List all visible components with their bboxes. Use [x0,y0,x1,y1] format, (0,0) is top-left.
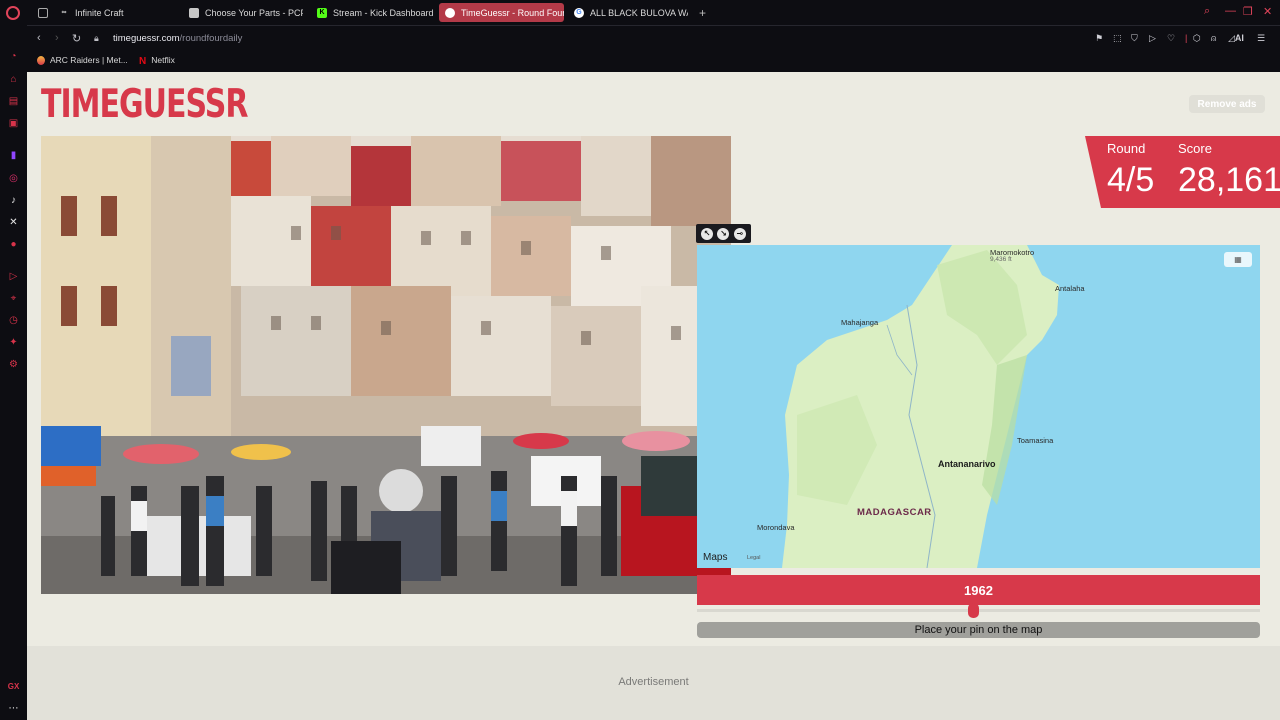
tab-bulova[interactable]: G ALL BLACK BULOVA WATC [568,3,688,22]
page-content: TIMEGUESSR Remove ads Round Score 4/5 28… [27,72,1280,720]
ai-label: AI [1234,33,1244,43]
round-label: Round [1107,141,1146,156]
bookmark-icon[interactable]: ⚑ [1095,33,1103,44]
extensions-puzzle-icon[interactable]: ⬡ [1193,33,1201,44]
close-window-icon[interactable]: ✕ [1263,5,1272,18]
tab-kick-dashboard[interactable]: K Stream - Kick Dashboard [311,3,435,22]
search-tabs-icon[interactable]: ⌕ [1204,5,1210,18]
forward-icon[interactable]: › [55,32,59,44]
messenger-icon[interactable]: ▣ [7,117,20,130]
map-label-country: MADAGASCAR [857,507,932,518]
tab-label: TimeGuessr - Round Four [461,7,564,18]
street-scene-image [41,136,731,594]
minimize-icon[interactable]: — [1225,5,1236,17]
map-label-antalaha: Antalaha [1055,284,1085,293]
music-icon[interactable]: ● [7,238,20,251]
map-label-toamasina: Toamasina [1017,436,1054,445]
news-icon[interactable]: ▤ [7,95,20,108]
pcpartpicker-icon [189,7,199,18]
tab-infinite-craft[interactable]: ∞ Infinite Craft [53,3,181,22]
remove-ads-button[interactable]: Remove ads [1189,95,1265,113]
bookmarks-bar: ARC Raiders | Met... N Netflix [27,51,1280,72]
tiktok-icon[interactable]: ♪ [7,194,20,207]
restore-icon[interactable]: ❐ [1243,5,1253,18]
map-type-icon[interactable]: ▦ [1224,252,1252,267]
address-bar: ‹ › ↻ 🔒︎ timeguessr.com/roundfourdaily ⚑… [27,25,1280,51]
tab-pcpartpicker[interactable]: Choose Your Parts - PCPa [183,3,303,22]
expand-map-icon[interactable]: ↖ [701,227,714,240]
snapshot-icon[interactable]: ⬚ [1113,33,1122,44]
guess-map[interactable]: Maromokotro 9,436 ft Antalaha Mahajanga … [697,245,1260,568]
browser-sidebar: ◔ ⌂ ▤ ▣ ▮ ◎ ♪ ✕ ● ▷ ⌖ ◷ ✦ ⚙ GX ⋯ [0,0,27,720]
map-label-morondava: Morondava [757,523,795,532]
account-icon[interactable]: ⍝ [1211,33,1216,44]
round-score-panel: Round Score 4/5 28,161 [1085,136,1280,208]
instagram-icon[interactable]: ◎ [7,172,20,185]
shield-icon[interactable]: ⛉ [1131,33,1138,44]
workspaces-icon[interactable] [32,3,50,22]
map-size-controls: ↖ ↘ ⊸ [696,224,751,243]
year-slider-thumb[interactable] [968,603,979,618]
advertisement-label: Advertisement [618,676,689,688]
settings-icon[interactable]: ⚙ [7,358,20,371]
shrink-map-icon[interactable]: ↘ [717,227,730,240]
place-pin-button[interactable]: Place your pin on the map [697,622,1260,638]
year-display: 1962 [697,575,1260,605]
x-icon[interactable]: ✕ [7,216,20,229]
url-field[interactable]: timeguessr.com/roundfourdaily [113,33,242,44]
google-icon: G [574,7,584,18]
maps-brand-label: Maps [703,552,728,563]
madagascar-landmass [782,245,1059,568]
bookmark-label: ARC Raiders | Met... [50,55,128,65]
new-tab-button[interactable]: + [693,3,709,22]
score-value: 28,161 [1178,161,1280,199]
lock-icon: 🔒︎ [94,33,99,43]
netflix-icon: N [139,55,147,67]
kick-icon: K [317,7,327,18]
tab-label: Choose Your Parts - PCPa [205,7,303,18]
tab-label: Stream - Kick Dashboard [333,7,434,18]
tab-label: Infinite Craft [75,7,124,18]
speed-dial-icon[interactable]: ◔ [7,50,20,63]
twitch-icon[interactable]: ▮ [7,149,20,162]
play-icon[interactable]: ▷ [1149,33,1156,44]
back-icon[interactable]: ‹ [37,32,41,44]
advertisement-area: Advertisement [27,646,1280,720]
round-photo [41,136,731,594]
url-path: /roundfourdaily [179,33,243,44]
tab-timeguessr[interactable]: TimeGuessr - Round Four [439,3,564,22]
opera-logo-icon[interactable] [6,6,20,20]
tab-label: ALL BLACK BULOVA WATC [590,7,688,18]
tab-bar: ∞ Infinite Craft Choose Your Parts - PCP… [27,0,1280,25]
url-domain: timeguessr.com [113,33,180,44]
map-label-mahajanga: Mahajanga [841,318,879,327]
menu-icon[interactable]: ☰ [1257,33,1265,44]
bookmark-netflix[interactable]: N Netflix [139,55,175,67]
map-label-elevation: 9,436 ft [990,256,1012,263]
infinity-icon: ∞ [61,9,67,16]
map-label-antananarivo: Antananarivo [938,459,996,469]
pin-map-icon[interactable]: ⊸ [733,227,746,240]
history-icon[interactable]: ◷ [7,314,20,327]
arc-raiders-icon [37,55,45,65]
map-legal-link[interactable]: Legal [747,555,760,561]
apple-maps-logo: Maps [703,552,727,563]
round-value: 4/5 [1107,161,1155,199]
bookmark-arc-raiders[interactable]: ARC Raiders | Met... [37,55,128,65]
pin-icon[interactable]: ⌖ [7,292,20,305]
heart-icon[interactable]: ♡ [1167,33,1175,44]
player-icon[interactable]: ▷ [7,270,20,283]
globe-icon [445,7,455,18]
reload-icon[interactable]: ↻ [72,32,81,45]
divider-icon: | [1185,33,1188,43]
extensions-icon[interactable]: ✦ [7,336,20,349]
score-label: Score [1178,141,1212,156]
timeguessr-logo[interactable]: TIMEGUESSR [41,82,248,128]
bookmark-label: Netflix [151,55,175,65]
aria-ai-button[interactable]: ◿AI [1228,33,1244,44]
gx-corner-label[interactable]: GX [7,680,20,693]
more-icon[interactable]: ⋯ [7,702,20,715]
shop-icon[interactable]: ⌂ [7,73,20,86]
